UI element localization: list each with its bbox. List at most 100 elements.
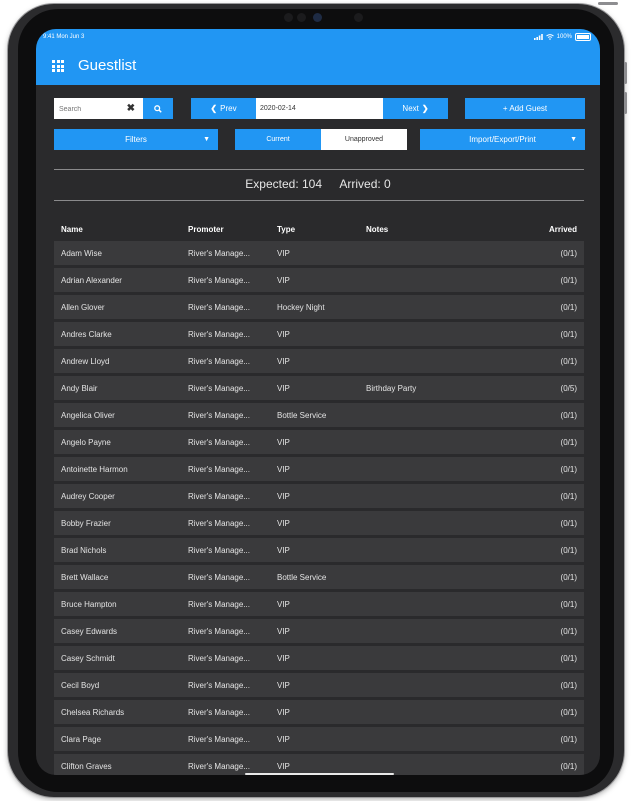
cell-promoter: River's Manage... bbox=[188, 302, 250, 312]
cell-arrived: (0/1) bbox=[560, 248, 577, 258]
cell-name: Andres Clarke bbox=[61, 329, 112, 339]
header-type[interactable]: Type bbox=[277, 225, 366, 234]
cell-type: VIP bbox=[277, 653, 290, 663]
cell-promoter: River's Manage... bbox=[188, 437, 250, 447]
cell-arrived: (0/1) bbox=[560, 329, 577, 339]
table-row[interactable]: Andy Blair River's Manage... VIP Birthday P… bbox=[54, 376, 584, 400]
cell-promoter: River's Manage... bbox=[188, 761, 250, 771]
filters-dropdown[interactable]: Filters ▼ bbox=[54, 129, 218, 150]
cell-arrived: (0/1) bbox=[560, 410, 577, 420]
header-notes[interactable]: Notes bbox=[366, 225, 506, 234]
table-row[interactable]: Angelica Oliver River's Manage... Bottle S… bbox=[54, 403, 584, 427]
header-promoter[interactable]: Promoter bbox=[188, 225, 277, 234]
table-row[interactable]: Casey Schmidt River's Manage... VIP (0/1) bbox=[54, 646, 584, 670]
summary-counts: Expected: 104 Arrived: 0 bbox=[36, 177, 600, 191]
battery-icon bbox=[575, 33, 591, 41]
date-field[interactable]: 2020-02-14 bbox=[256, 98, 383, 119]
cell-name: Angelo Payne bbox=[61, 437, 111, 447]
segment-current[interactable]: Current bbox=[235, 129, 321, 150]
table-row[interactable]: Cecil Boyd River's Manage... VIP (0/1) bbox=[54, 673, 584, 697]
next-button[interactable]: Next ❯ bbox=[383, 98, 448, 119]
cell-type: Bottle Service bbox=[277, 572, 327, 582]
cell-promoter: River's Manage... bbox=[188, 329, 250, 339]
cell-arrived: (0/1) bbox=[560, 572, 577, 582]
next-label: Next bbox=[402, 104, 419, 113]
table-row[interactable]: Antoinette Harmon River's Manage... VIP (0/… bbox=[54, 457, 584, 481]
table-row[interactable]: Andres Clarke River's Manage... VIP (0/1) bbox=[54, 322, 584, 346]
home-indicator bbox=[245, 773, 394, 775]
table-row[interactable]: Clara Page River's Manage... VIP (0/1) bbox=[54, 727, 584, 751]
search-field[interactable]: ✖ bbox=[54, 98, 143, 120]
cell-name: Audrey Cooper bbox=[61, 491, 115, 501]
volume-button bbox=[624, 62, 627, 84]
expected-count: Expected: 104 bbox=[245, 177, 323, 191]
table-row[interactable]: Brad Nichols River's Manage... VIP (0/1) bbox=[54, 538, 584, 562]
apps-grid-icon[interactable] bbox=[52, 60, 64, 72]
cell-name: Brett Wallace bbox=[61, 572, 109, 582]
cell-promoter: River's Manage... bbox=[188, 707, 250, 717]
table-row[interactable]: Adrian Alexander River's Manage... VIP (0/1… bbox=[54, 268, 584, 292]
prev-button[interactable]: ❮ Prev bbox=[191, 98, 256, 119]
table-row[interactable]: Clifton Graves River's Manage... VIP (0/1) bbox=[54, 754, 584, 775]
cell-type: VIP bbox=[277, 437, 290, 447]
cell-name: Brad Nichols bbox=[61, 545, 107, 555]
table-row[interactable]: Adam Wise River's Manage... VIP (0/1) bbox=[54, 241, 584, 265]
cell-name: Casey Schmidt bbox=[61, 653, 115, 663]
cell-name: Angelica Oliver bbox=[61, 410, 115, 420]
cell-name: Bruce Hampton bbox=[61, 599, 117, 609]
cell-promoter: River's Manage... bbox=[188, 248, 250, 258]
cell-type: VIP bbox=[277, 545, 290, 555]
cell-promoter: River's Manage... bbox=[188, 383, 250, 393]
table-row[interactable]: Brett Wallace River's Manage... Bottle Ser… bbox=[54, 565, 584, 589]
table-row[interactable]: Bruce Hampton River's Manage... VIP (0/1) bbox=[54, 592, 584, 616]
cell-arrived: (0/1) bbox=[560, 302, 577, 312]
table-row[interactable]: Andrew Lloyd River's Manage... VIP (0/1) bbox=[54, 349, 584, 373]
cell-type: VIP bbox=[277, 707, 290, 717]
cell-type: VIP bbox=[277, 248, 290, 258]
table-row[interactable]: Audrey Cooper River's Manage... VIP (0/1) bbox=[54, 484, 584, 508]
cell-name: Clifton Graves bbox=[61, 761, 112, 771]
table-row[interactable]: Angelo Payne River's Manage... VIP (0/1) bbox=[54, 430, 584, 454]
clear-icon[interactable]: ✖ bbox=[127, 102, 135, 115]
prev-label: Prev bbox=[220, 104, 237, 113]
cell-type: VIP bbox=[277, 626, 290, 636]
cell-type: VIP bbox=[277, 356, 290, 366]
search-button[interactable] bbox=[143, 98, 173, 119]
search-input[interactable] bbox=[54, 99, 119, 120]
cell-type: VIP bbox=[277, 329, 290, 339]
cell-arrived: (0/1) bbox=[560, 464, 577, 474]
import-export-dropdown[interactable]: Import/Export/Print ▼ bbox=[420, 129, 585, 150]
sensor-dot bbox=[354, 13, 363, 22]
cell-promoter: River's Manage... bbox=[188, 491, 250, 501]
segment-unapproved[interactable]: Unapproved bbox=[321, 129, 407, 150]
header-arrived[interactable]: Arrived bbox=[506, 225, 584, 234]
cell-promoter: River's Manage... bbox=[188, 572, 250, 582]
cell-name: Cecil Boyd bbox=[61, 680, 100, 690]
summary-divider-top bbox=[54, 169, 584, 170]
add-guest-button[interactable]: + Add Guest bbox=[465, 98, 585, 119]
table-row[interactable]: Casey Edwards River's Manage... VIP (0/1) bbox=[54, 619, 584, 643]
table-row[interactable]: Chelsea Richards River's Manage... VIP (0/1… bbox=[54, 700, 584, 724]
cell-type: VIP bbox=[277, 680, 290, 690]
app-screen: 9:41 Mon Jun 3 100% Guestlist Search ✖ ❮… bbox=[36, 29, 600, 775]
app-bar: 9:41 Mon Jun 3 100% Guestlist bbox=[36, 29, 600, 85]
cell-promoter: River's Manage... bbox=[188, 734, 250, 744]
cell-type: VIP bbox=[277, 383, 290, 393]
cell-name: Adam Wise bbox=[61, 248, 102, 258]
cell-type: VIP bbox=[277, 518, 290, 528]
cell-promoter: River's Manage... bbox=[188, 653, 250, 663]
sensor-dot bbox=[284, 13, 293, 22]
cell-type: VIP bbox=[277, 464, 290, 474]
status-time: 9:41 Mon Jun 3 bbox=[43, 34, 85, 40]
header-name[interactable]: Name bbox=[54, 225, 188, 234]
cell-promoter: River's Manage... bbox=[188, 680, 250, 690]
table-row[interactable]: Bobby Frazier River's Manage... VIP (0/1) bbox=[54, 511, 584, 535]
table-row[interactable]: Allen Glover River's Manage... Hockey Nigh… bbox=[54, 295, 584, 319]
cell-promoter: River's Manage... bbox=[188, 275, 250, 285]
cell-type: VIP bbox=[277, 491, 290, 501]
summary-divider-bottom bbox=[54, 200, 584, 201]
dropdown-caret-icon: ▼ bbox=[570, 136, 577, 143]
cell-promoter: River's Manage... bbox=[188, 410, 250, 420]
cell-type: VIP bbox=[277, 734, 290, 744]
table-body: Adam Wise River's Manage... VIP (0/1) Adrian… bbox=[54, 241, 584, 775]
